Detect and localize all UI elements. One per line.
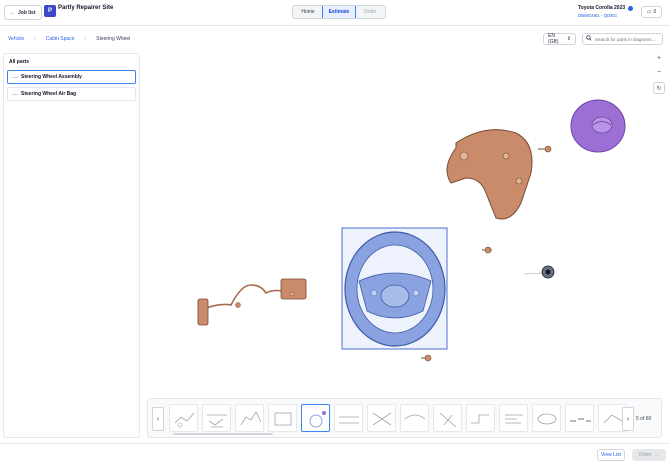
airbag-part[interactable]: [570, 99, 626, 153]
arrow-right-icon: →: [654, 452, 660, 458]
thumbnail-sketch: [207, 414, 227, 428]
parts-sidebar: All parts Steering Wheel Assembly Steeri…: [3, 53, 140, 438]
diagram-thumbnail[interactable]: [367, 404, 396, 432]
order-button: Order →: [632, 449, 666, 461]
search-box[interactable]: [582, 33, 663, 45]
tab-home[interactable]: Home: [293, 6, 323, 18]
cart-count: 0: [653, 9, 657, 15]
screw-part[interactable]: [421, 354, 432, 362]
chevron-right-icon: ›: [84, 36, 87, 42]
order-label: Order: [638, 452, 652, 458]
thumbnail-sketch: [174, 412, 195, 428]
diagram-thumbnail[interactable]: [268, 404, 297, 432]
diagram-thumbnail[interactable]: [565, 404, 594, 432]
previous-diagram-button[interactable]: ‹: [152, 407, 164, 431]
diagram-pager: 5 of 60: [636, 416, 652, 422]
diagram-canvas: [197, 99, 626, 362]
thumbnail-sketch: [404, 414, 426, 420]
chevron-left-icon: ‹: [156, 415, 160, 423]
part-marker: [12, 76, 18, 78]
part-item-steering-wheel-air-bag[interactable]: Steering Wheel Air Bag: [7, 87, 136, 101]
parts-diagram[interactable]: [146, 53, 666, 438]
diagram-thumbnail[interactable]: [433, 404, 462, 432]
vehicle-title: Toyota Corolla 2023: [578, 5, 626, 11]
wiring-harness-part[interactable]: [197, 278, 307, 326]
diagram-thumbnail[interactable]: [169, 404, 198, 432]
top-header: ← Job list P Partly Repairer Site Home E…: [0, 0, 670, 26]
arrow-left-icon: ←: [10, 9, 15, 16]
chevron-right-icon: ›: [626, 415, 630, 423]
part-marker: [12, 93, 18, 95]
thumbnail-sketch: [505, 414, 523, 424]
vehicle-code[interactable]: DBMGN01 - QDEG: [578, 13, 633, 18]
breadcrumb-vehicle[interactable]: Vehicle: [8, 36, 24, 42]
job-list-label: Job list: [18, 9, 36, 16]
chevron-right-icon: ›: [34, 36, 36, 42]
wheel-rear-cover-part[interactable]: [446, 129, 533, 220]
diagram-thumbnail-active[interactable]: [301, 404, 330, 432]
view-list-button[interactable]: View List: [597, 449, 625, 461]
tab-order: Order: [363, 9, 377, 15]
breadcrumb-cabin-space[interactable]: Cabin Space: [46, 36, 75, 42]
diagram-thumbnail[interactable]: [499, 404, 528, 432]
diagram-thumbnail[interactable]: [532, 404, 561, 432]
thumbnail-sketch: [339, 416, 359, 424]
thumbnail-sketch: [570, 418, 591, 422]
chevron-updown-icon: ⇕: [566, 36, 571, 42]
language-select[interactable]: EN (GB) ⇕: [543, 33, 576, 45]
zoom-out-button[interactable]: −: [653, 66, 665, 78]
next-diagram-button[interactable]: ›: [622, 407, 634, 431]
thumbnail-sketch: [240, 411, 262, 426]
diagram-thumbnail[interactable]: [400, 404, 429, 432]
diagram-thumbnail-strip: ‹ › 5 of 60: [147, 398, 662, 438]
cart-icon: ▭: [646, 9, 652, 15]
screw-part[interactable]: [538, 145, 552, 153]
diagram-thumbnail[interactable]: [235, 404, 264, 432]
screw-part[interactable]: [482, 246, 492, 254]
thumbnail-sketch: [537, 413, 557, 425]
search-input[interactable]: [595, 36, 660, 42]
breadcrumb-current: Steering Wheel: [96, 36, 131, 42]
part-item-steering-wheel-assembly[interactable]: Steering Wheel Assembly: [7, 70, 136, 84]
bolt-part[interactable]: [523, 265, 555, 279]
zoom-controls: + − ↻: [653, 52, 665, 94]
main-tabs: Home Estimate Order: [292, 5, 386, 19]
language-value: EN (GB): [548, 33, 559, 45]
search-icon: [586, 35, 592, 43]
job-list-button[interactable]: ← Job list: [4, 5, 42, 20]
part-label: Steering Wheel Air Bag: [21, 91, 77, 97]
diagram-thumbnail[interactable]: [202, 404, 231, 432]
verified-dot-icon: [628, 5, 634, 11]
diagram-thumbnail[interactable]: [334, 404, 363, 432]
site-name: Partly Repairer Site: [58, 5, 114, 11]
sub-bar: Vehicle › Cabin Space › Steering Wheel E…: [0, 27, 670, 50]
zoom-in-button[interactable]: +: [653, 52, 665, 64]
breadcrumb: Vehicle › Cabin Space › Steering Wheel: [8, 36, 130, 42]
thumbnail-sketch: [372, 412, 392, 426]
thumbnail-scrollbar[interactable]: [173, 433, 273, 435]
footer-bar: View List Order →: [0, 443, 670, 463]
steering-wheel-assembly-part[interactable]: [341, 227, 448, 350]
tab-estimate[interactable]: Estimate: [322, 6, 356, 18]
cart-button[interactable]: ▭ 0: [641, 6, 662, 18]
reset-view-button[interactable]: ↻: [653, 82, 665, 94]
thumbnail-sketch: [309, 411, 326, 428]
diagram-thumbnail[interactable]: [466, 404, 495, 432]
thumbnail-sketch: [274, 412, 292, 426]
part-label: Steering Wheel Assembly: [21, 74, 82, 80]
thumbnail-sketch: [439, 412, 457, 428]
thumbnail-sketch: [471, 414, 489, 424]
app-logo: P: [44, 5, 56, 17]
vehicle-info[interactable]: Toyota Corolla 2023 DBMGN01 - QDEG: [578, 5, 634, 18]
sidebar-title: All parts: [9, 59, 30, 65]
